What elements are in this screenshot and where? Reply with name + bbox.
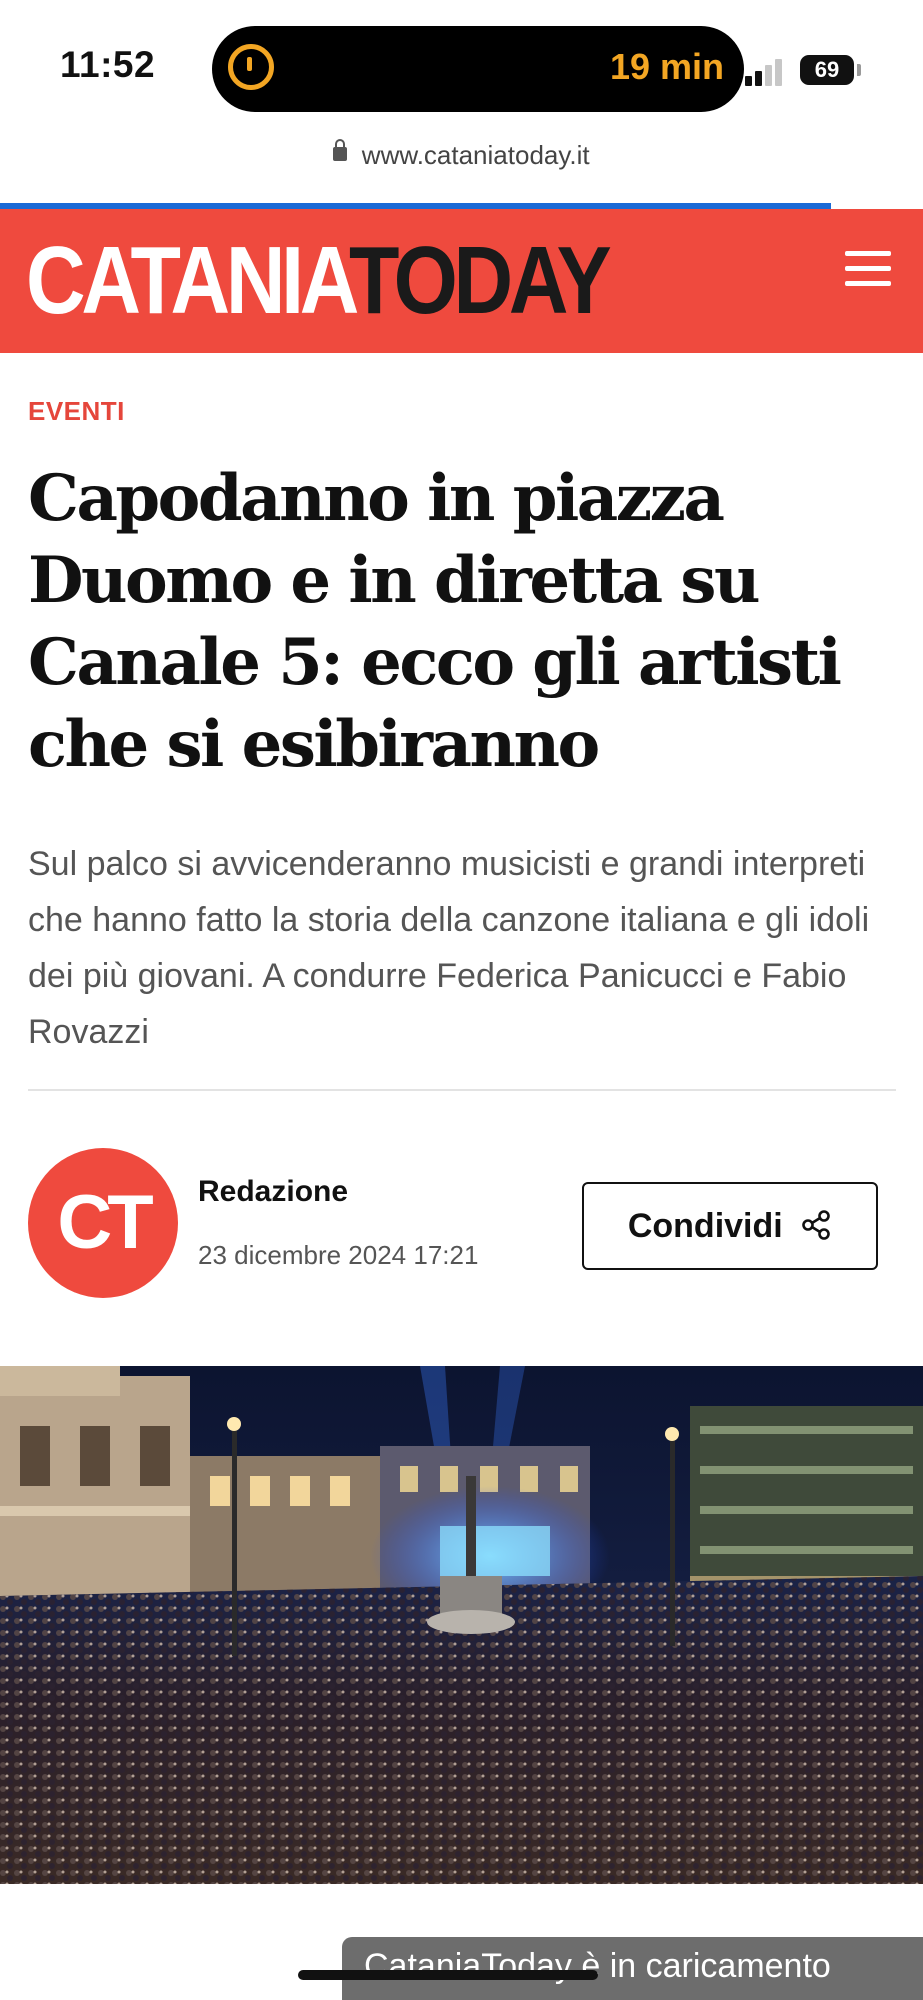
address-bar[interactable]: www.cataniatoday.it bbox=[0, 138, 923, 200]
home-indicator[interactable] bbox=[298, 1970, 598, 1980]
article-category[interactable]: EVENTI bbox=[28, 396, 125, 427]
share-button-label: Condividi bbox=[627, 1207, 783, 1245]
author-avatar[interactable]: CT bbox=[28, 1148, 178, 1298]
article-hero-image[interactable] bbox=[0, 1366, 923, 1884]
battery-icon: 69 bbox=[800, 55, 854, 85]
clock: 11:52 bbox=[60, 44, 156, 85]
share-button[interactable]: Condividi bbox=[582, 1182, 878, 1270]
timer-remaining: 19 min bbox=[609, 46, 724, 87]
loading-toast[interactable]: CataniaToday è in caricamento bbox=[342, 1937, 923, 2000]
hamburger-menu-icon[interactable] bbox=[845, 251, 891, 289]
dynamic-island[interactable]: 19 min bbox=[212, 26, 744, 112]
logo-today: TODAY bbox=[348, 227, 612, 334]
author-name[interactable]: Redazione bbox=[198, 1175, 348, 1209]
publish-date: 23 dicembre 2024 17:21 bbox=[198, 1240, 479, 1270]
site-header: CATANIATODAY bbox=[0, 209, 923, 353]
loading-toast-text: CataniaToday è in caricamento bbox=[364, 1947, 831, 1985]
url-text: www.cataniatoday.it bbox=[361, 140, 590, 170]
site-logo[interactable]: CATANIATODAY bbox=[26, 225, 612, 337]
timer-icon bbox=[228, 44, 274, 90]
status-bar: 11:52 19 min 69 bbox=[0, 0, 923, 140]
cellular-signal-icon bbox=[745, 58, 785, 86]
article-summary: Sul palco si avvicenderanno musicisti e … bbox=[28, 845, 870, 1051]
article-headline: Capodanno in piazza Duomo e in diretta s… bbox=[28, 461, 842, 782]
battery-tip bbox=[857, 64, 861, 76]
share-icon bbox=[802, 1210, 830, 1240]
piazza-duomo-night-photo bbox=[0, 1366, 923, 1884]
logo-catania: CATANIA bbox=[26, 227, 353, 334]
divider bbox=[28, 1089, 896, 1091]
lock-icon bbox=[333, 138, 348, 161]
